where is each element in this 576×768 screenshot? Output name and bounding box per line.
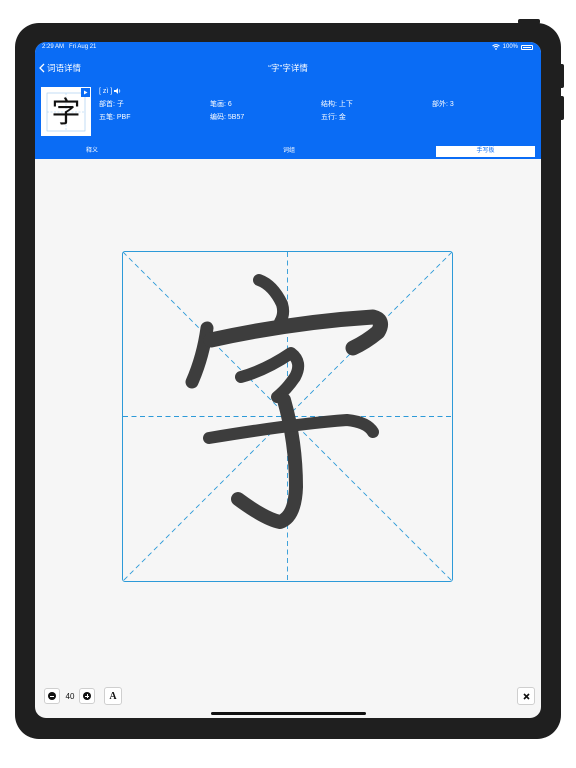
- date-text: Fri Aug 21: [69, 44, 97, 50]
- radical-text: 部首: 子: [99, 101, 124, 108]
- stroke-upper-hook: [235, 347, 305, 403]
- increase-size-button[interactable]: [79, 688, 95, 704]
- tab-bar: 释义 词组 手写板: [35, 144, 541, 159]
- header-area: 2:29 AM Fri Aug 21 100% 词语详情 “字”字详情 字 […: [35, 42, 541, 159]
- screen: 2:29 AM Fri Aug 21 100% 词语详情 “字”字详情 字 […: [35, 42, 541, 718]
- structure-text: 结构: 上下: [321, 101, 353, 108]
- clear-button[interactable]: [517, 687, 535, 705]
- strokes-text: 笔画: 6: [210, 101, 232, 108]
- wuxing-text: 五行: 金: [321, 114, 346, 121]
- play-icon: [84, 90, 88, 95]
- time-text: 2:29 AM: [42, 44, 65, 50]
- brush-size-value: 40: [65, 692, 75, 701]
- board-canvas[interactable]: [123, 252, 452, 581]
- tab-definition[interactable]: 释义: [37, 146, 147, 157]
- tab-phrases[interactable]: 词组: [234, 146, 344, 157]
- play-button[interactable]: [81, 88, 90, 97]
- wubi-text: 五笔: PBF: [99, 114, 131, 121]
- character-glyph: 字: [51, 95, 81, 129]
- outer-strokes-text: 部外: 3: [432, 101, 454, 108]
- speaker-icon[interactable]: [114, 88, 122, 95]
- tab-handwriting[interactable]: 手写板: [436, 146, 535, 157]
- brush-strokes: [185, 274, 389, 529]
- status-time: 2:29 AM Fri Aug 21: [42, 44, 96, 50]
- close-icon: [522, 692, 530, 700]
- page-title: “字”字详情: [268, 63, 308, 73]
- battery-icon: [521, 44, 533, 50]
- pinyin-row: [ zì ]: [99, 88, 122, 95]
- stroke-hook-top: [203, 309, 389, 356]
- pinyin-text: [ zì ]: [99, 88, 113, 95]
- font-style-button[interactable]: A: [104, 687, 122, 705]
- battery-text: 100%: [502, 44, 518, 50]
- minus-circle-icon: [48, 692, 56, 700]
- code-text: 编码: 5B57: [210, 114, 245, 121]
- stroke-dot: [253, 274, 290, 328]
- handwriting-board[interactable]: [122, 251, 453, 582]
- home-indicator[interactable]: [211, 712, 366, 715]
- decrease-size-button[interactable]: [44, 688, 60, 704]
- status-right: 100%: [491, 44, 533, 50]
- character-preview: 字: [41, 87, 91, 136]
- navigation-bar: 词语详情 “字”字详情: [35, 60, 541, 76]
- plus-circle-icon: [83, 692, 91, 700]
- status-bar: 2:29 AM Fri Aug 21 100%: [42, 44, 533, 54]
- wifi-icon: [491, 44, 500, 50]
